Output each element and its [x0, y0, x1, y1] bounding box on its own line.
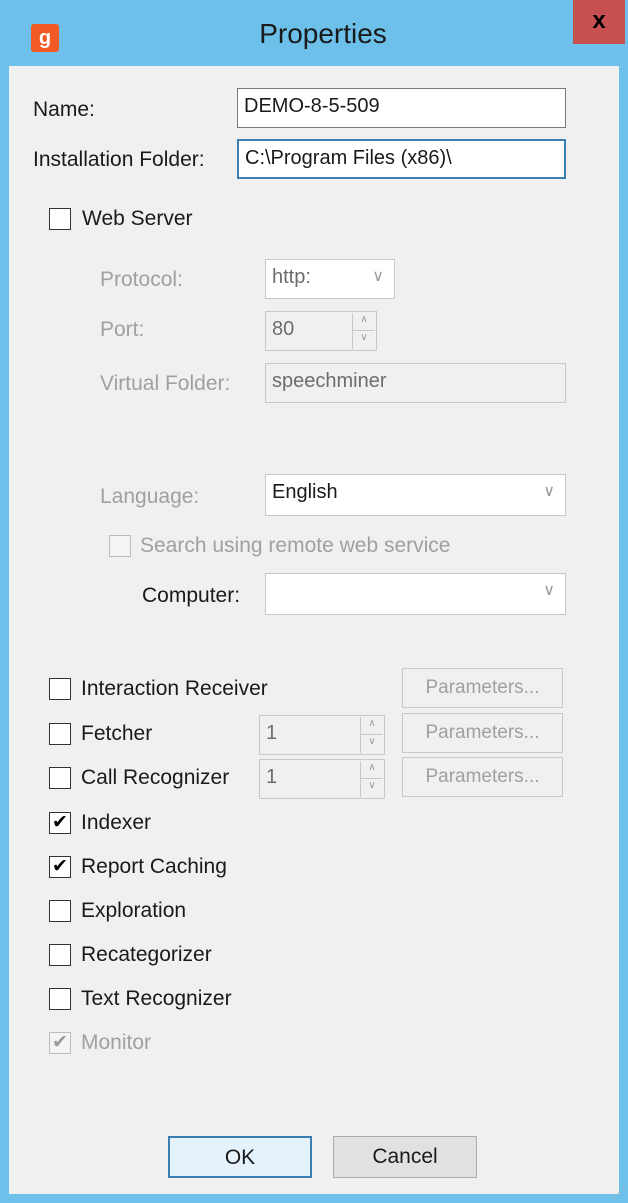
- chevron-down-icon: ∨: [543, 582, 555, 599]
- port-spin-arrows[interactable]: ∧ ∨: [352, 313, 375, 349]
- component-checkbox[interactable]: [49, 767, 71, 789]
- component-checkbox[interactable]: [49, 988, 71, 1010]
- component-spinner[interactable]: 1 ∧ ∨: [259, 759, 385, 799]
- name-label: Name:: [33, 98, 95, 121]
- resize-grip-icon[interactable]: ⋰: [612, 1184, 626, 1201]
- component-label: Text Recognizer: [81, 987, 232, 1010]
- component-checkbox[interactable]: ✔: [49, 1032, 71, 1054]
- protocol-select[interactable]: http: ∨: [265, 259, 395, 299]
- cancel-button[interactable]: Cancel: [333, 1136, 477, 1178]
- title-bar[interactable]: g Properties x: [9, 0, 628, 66]
- language-select[interactable]: English ∨: [265, 474, 566, 516]
- web-server-checkbox[interactable]: [49, 208, 71, 230]
- spin-down-icon[interactable]: ∨: [361, 735, 383, 753]
- component-label: Fetcher: [81, 722, 153, 745]
- port-spinner[interactable]: 80 ∧ ∨: [265, 311, 377, 351]
- component-checkbox[interactable]: ✔: [49, 856, 71, 878]
- component-label: Recategorizer: [81, 943, 212, 966]
- ok-button[interactable]: OK: [168, 1136, 312, 1178]
- component-label: Call Recognizer: [81, 766, 230, 789]
- protocol-label: Protocol:: [100, 268, 183, 291]
- component-checkbox[interactable]: ✔: [49, 812, 71, 834]
- component-label: Exploration: [81, 899, 187, 922]
- virtual-folder-input[interactable]: speechminer: [265, 363, 566, 403]
- spin-down-icon[interactable]: ∨: [361, 779, 383, 797]
- window-title: Properties: [259, 18, 387, 49]
- spin-up-icon[interactable]: ∧: [361, 761, 383, 779]
- component-label: Indexer: [81, 811, 152, 834]
- installation-folder-label: Installation Folder:: [33, 148, 205, 171]
- computer-select[interactable]: ∨: [265, 573, 566, 615]
- component-checkbox[interactable]: [49, 900, 71, 922]
- component-checkbox[interactable]: [49, 723, 71, 745]
- port-label: Port:: [100, 318, 145, 341]
- close-button[interactable]: x: [573, 0, 625, 44]
- search-remote-checkbox[interactable]: [109, 535, 131, 557]
- parameters-button[interactable]: Parameters...: [402, 668, 563, 708]
- spinner-value: 1: [266, 722, 278, 744]
- component-spinner[interactable]: 1 ∧ ∨: [259, 715, 385, 755]
- spinner-arrows[interactable]: ∧ ∨: [360, 717, 383, 753]
- language-label: Language:: [100, 485, 200, 508]
- component-label: Interaction Receiver: [81, 677, 268, 700]
- web-server-label: Web Server: [82, 207, 193, 230]
- spinner-arrows[interactable]: ∧ ∨: [360, 761, 383, 797]
- component-label: Monitor: [81, 1031, 152, 1054]
- port-value: 80: [272, 318, 295, 340]
- component-label: Report Caching: [81, 855, 227, 878]
- chevron-down-icon: ∨: [543, 483, 555, 500]
- parameters-button[interactable]: Parameters...: [402, 757, 563, 797]
- search-remote-label: Search using remote web service: [140, 534, 451, 557]
- parameters-button[interactable]: Parameters...: [402, 713, 563, 753]
- spin-down-icon[interactable]: ∨: [353, 331, 375, 349]
- component-checkbox[interactable]: [49, 944, 71, 966]
- virtual-folder-label: Virtual Folder:: [100, 372, 231, 395]
- installation-folder-input[interactable]: C:\Program Files (x86)\: [237, 139, 566, 179]
- language-value: English: [272, 481, 338, 503]
- name-input[interactable]: DEMO-8-5-509: [237, 88, 566, 128]
- component-checkbox[interactable]: [49, 678, 71, 700]
- chevron-down-icon: ∨: [372, 268, 384, 285]
- spin-up-icon[interactable]: ∧: [361, 717, 383, 735]
- computer-label: Computer:: [142, 584, 241, 607]
- protocol-value: http:: [272, 266, 311, 288]
- spin-up-icon[interactable]: ∧: [353, 313, 375, 331]
- spinner-value: 1: [266, 766, 278, 788]
